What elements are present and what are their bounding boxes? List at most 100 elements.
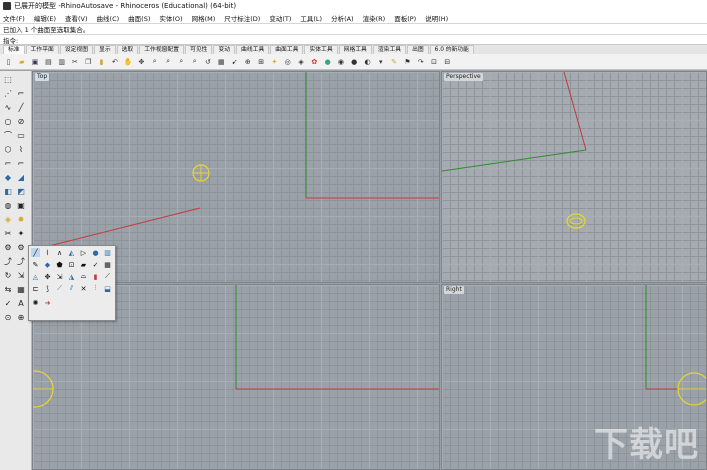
revolve-icon[interactable]: ◍ xyxy=(3,200,13,210)
flyout-node-icon[interactable]: ✥ xyxy=(43,272,52,281)
flyout-sphere-icon[interactable]: ● xyxy=(91,248,100,257)
rotate-tool-icon[interactable]: ↻ xyxy=(3,270,13,280)
sweep-icon[interactable]: ◩ xyxy=(16,186,26,196)
tab-select[interactable]: 选取 xyxy=(116,45,139,54)
color-icon[interactable]: ● xyxy=(322,56,333,67)
text-icon[interactable]: A xyxy=(16,298,26,308)
menu-dimension[interactable]: 尺寸标注(D) xyxy=(224,13,260,23)
grid-icon[interactable]: ▦ xyxy=(216,56,227,67)
join-icon[interactable]: ✦ xyxy=(16,228,26,238)
flyout-check-icon[interactable]: ✓ xyxy=(91,260,100,269)
flyout-angle-icon[interactable]: ∧ xyxy=(55,248,64,257)
light-icon[interactable]: ✦ xyxy=(269,56,280,67)
material-icon[interactable]: ◉ xyxy=(335,56,346,67)
dimension-icon[interactable]: ✓ xyxy=(3,298,13,308)
boolean-icon[interactable]: ◈ xyxy=(3,214,13,224)
offset-icon[interactable]: ⌐ xyxy=(16,158,26,168)
menu-surface[interactable]: 曲面(S) xyxy=(128,13,150,23)
flyout-match-icon[interactable]: ⫶ xyxy=(91,284,100,293)
copy-tool-icon[interactable]: ⤴ xyxy=(16,256,26,266)
menu-view[interactable]: 查看(V) xyxy=(65,13,88,23)
menu-render[interactable]: 渲染(R) xyxy=(363,13,386,23)
osnap-icon[interactable]: ⊕ xyxy=(242,56,253,67)
tab-new-in-v6[interactable]: 6.0 的新功能 xyxy=(429,45,474,54)
tab-solid-tools[interactable]: 实体工具 xyxy=(304,45,338,54)
open-icon[interactable]: ▰ xyxy=(16,56,27,67)
rectangle-icon[interactable]: ▭ xyxy=(16,130,26,140)
split-icon[interactable]: ✸ xyxy=(16,214,26,224)
menu-help[interactable]: 说明(H) xyxy=(425,13,448,23)
array-icon[interactable]: ▦ xyxy=(16,284,26,294)
tab-set-view[interactable]: 设定视图 xyxy=(59,45,94,54)
properties-icon[interactable]: ✿ xyxy=(309,56,320,67)
render-icon[interactable]: ● xyxy=(349,56,360,67)
options-icon[interactable]: ✎ xyxy=(389,56,400,67)
flyout-cross-icon[interactable]: ✕ xyxy=(79,284,88,293)
tab-display[interactable]: 显示 xyxy=(94,45,116,54)
copy-icon[interactable]: ❐ xyxy=(83,56,94,67)
group-icon[interactable]: ⊟ xyxy=(442,56,453,67)
tab-surface-tools[interactable]: 曲面工具 xyxy=(270,45,304,54)
layer-icon[interactable]: ◈ xyxy=(296,56,307,67)
curve-icon[interactable]: ∿ xyxy=(3,102,13,112)
flyout-diamond-icon[interactable]: ◆ xyxy=(43,260,52,269)
menu-analyze[interactable]: 分析(A) xyxy=(331,13,354,23)
tab-mesh-tools[interactable]: 网格工具 xyxy=(338,45,372,54)
flyout-arrow-icon[interactable]: ▷ xyxy=(79,248,88,257)
flyout-bridge-icon[interactable]: ◭ xyxy=(67,248,76,257)
group-tool-icon[interactable]: ⚙ xyxy=(16,242,26,252)
paste-icon[interactable]: ▮ xyxy=(96,56,107,67)
flyout-grid-icon[interactable]: ▦ xyxy=(103,260,112,269)
tab-curve-tools[interactable]: 曲线工具 xyxy=(236,45,270,54)
flyout-redarrow-icon[interactable]: ➜ xyxy=(43,298,52,307)
point-icon[interactable]: ⋰ xyxy=(3,88,13,98)
camera-icon[interactable]: ◎ xyxy=(282,56,293,67)
print-icon[interactable]: ▤ xyxy=(43,56,54,67)
menu-tools[interactable]: 工具(L) xyxy=(300,13,322,23)
box-icon[interactable]: ▣ xyxy=(16,200,26,210)
arc-icon[interactable]: ⌒ xyxy=(3,130,13,140)
sphere-icon[interactable]: ◐ xyxy=(362,56,373,67)
tab-visibility[interactable]: 可见性 xyxy=(185,45,213,54)
flyout-blend-icon[interactable]: ⟆ xyxy=(43,284,52,293)
rotate-icon[interactable]: ✥ xyxy=(136,56,147,67)
view-icon[interactable]: ⊡ xyxy=(429,56,440,67)
select-point-icon[interactable]: ⬚ xyxy=(3,74,13,84)
extrude-icon[interactable]: ◢ xyxy=(16,172,26,182)
flyout-stripe-icon[interactable]: ⫽ xyxy=(67,284,76,293)
ellipse-icon[interactable]: ⊘ xyxy=(16,116,26,126)
pan-icon[interactable]: ✋ xyxy=(123,56,134,67)
flyout-plane-icon[interactable]: ▰ xyxy=(79,260,88,269)
circle-icon[interactable]: ○ xyxy=(3,116,13,126)
flyout-pyramid-icon[interactable]: ◬ xyxy=(31,272,40,281)
zoom-selected-icon[interactable]: ⌕ xyxy=(189,56,200,67)
menu-mesh[interactable]: 网格(M) xyxy=(192,13,216,23)
fillet-icon[interactable]: ⌐ xyxy=(3,158,13,168)
freeform-icon[interactable]: ⌇ xyxy=(16,144,26,154)
flyout-line-icon[interactable]: ╱ xyxy=(31,248,40,257)
flyout-fin-icon[interactable]: ⟋ xyxy=(55,284,64,293)
line-icon[interactable]: ╱ xyxy=(16,102,26,112)
mirror-icon[interactable]: ⇆ xyxy=(3,284,13,294)
menu-panels[interactable]: 面板(P) xyxy=(394,13,416,23)
move-icon[interactable]: ⚑ xyxy=(402,56,413,67)
tab-render-tools[interactable]: 渲染工具 xyxy=(372,45,407,54)
polygon-icon[interactable]: ⬡ xyxy=(3,144,13,154)
surface-corner-icon[interactable]: ◆ xyxy=(3,172,13,182)
render-tool-icon[interactable]: ⊕ xyxy=(16,312,26,322)
menu-curve[interactable]: 曲线(C) xyxy=(97,13,120,23)
save-icon[interactable]: ▣ xyxy=(30,56,41,67)
import-icon[interactable]: ▥ xyxy=(56,56,67,67)
flyout-shape-icon[interactable]: ⬟ xyxy=(55,260,64,269)
viewport-perspective[interactable]: Perspective xyxy=(441,71,707,283)
tab-transform[interactable]: 变动 xyxy=(213,45,236,54)
zoom-extents-icon[interactable]: ⌕ xyxy=(176,56,187,67)
loft-icon[interactable]: ◧ xyxy=(3,186,13,196)
flyout-cube-icon[interactable]: ▥ xyxy=(103,248,112,257)
cut-icon[interactable]: ✂ xyxy=(69,56,80,67)
flyout-bug-icon[interactable]: ✺ xyxy=(31,298,40,307)
tab-viewport-layout[interactable]: 工作视窗配置 xyxy=(139,45,185,54)
tab-cplanes[interactable]: 工作平面 xyxy=(25,45,59,54)
flyout-rebuild-icon[interactable]: ✎ xyxy=(31,260,40,269)
lock-icon[interactable]: ▾ xyxy=(375,56,386,67)
